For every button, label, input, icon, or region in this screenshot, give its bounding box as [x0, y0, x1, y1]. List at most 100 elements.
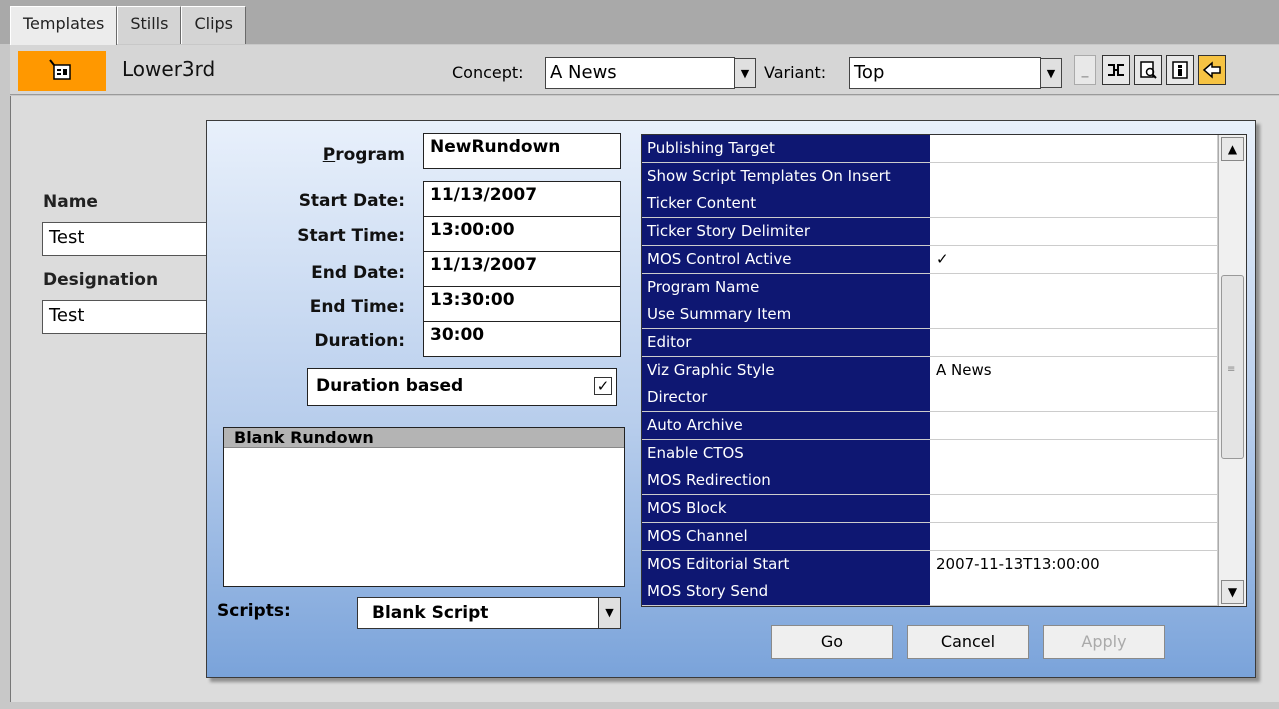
duration-based-option[interactable]: Duration based ✓ — [307, 368, 617, 406]
property-value[interactable]: 2007-11-13T13:00:00 — [930, 550, 1218, 579]
concept-label: Concept: — [452, 63, 524, 82]
end-time-input[interactable]: 13:30:00 — [423, 286, 621, 322]
property-row[interactable]: MOS Redirection — [642, 467, 1218, 496]
program-label: Program — [322, 145, 405, 165]
end-date-label: End Date: — [311, 263, 405, 283]
property-key: Ticker Content — [642, 190, 930, 219]
property-row[interactable]: Publishing Target — [642, 135, 1218, 163]
apply-button[interactable]: Apply — [1043, 625, 1165, 659]
concept-select[interactable]: A News — [545, 57, 735, 89]
tab-stills[interactable]: Stills — [117, 6, 182, 44]
chevron-down-icon: ▼ — [740, 66, 750, 80]
property-row[interactable]: Program Name — [642, 273, 1218, 302]
property-row[interactable]: Ticker Content — [642, 190, 1218, 219]
property-value[interactable]: ✓ — [930, 245, 1218, 274]
property-row[interactable]: Show Script Templates On Insert — [642, 162, 1218, 191]
designation-label: Designation — [43, 270, 159, 290]
property-value[interactable] — [930, 301, 1218, 330]
scroll-down-icon[interactable]: ▼ — [1221, 580, 1244, 604]
property-value[interactable] — [930, 412, 1218, 440]
property-value[interactable] — [930, 467, 1218, 496]
property-row[interactable]: Enable CTOS — [642, 439, 1218, 468]
property-value[interactable] — [930, 522, 1218, 551]
chevron-down-icon: ▼ — [1046, 66, 1056, 80]
name-input[interactable]: Test — [42, 222, 208, 256]
new-rundown-dialog: Program NewRundown Start Date: 11/13/200… — [206, 120, 1256, 678]
start-date-label: Start Date: — [298, 191, 405, 211]
property-value[interactable] — [930, 135, 1218, 163]
name-label: Name — [43, 192, 98, 212]
template-toolbar: Lower3rd Concept: A News ▼ Variant: Top … — [10, 45, 1279, 95]
template-title: Lower3rd — [122, 57, 216, 81]
duration-based-checkbox[interactable]: ✓ — [594, 377, 612, 395]
scrollbar-thumb[interactable]: ≡ — [1221, 275, 1244, 459]
merge-icon[interactable] — [1102, 55, 1130, 85]
program-input[interactable]: NewRundown — [423, 133, 621, 169]
scripts-select[interactable]: Blank Script ▼ — [357, 597, 621, 629]
property-value[interactable] — [930, 162, 1218, 191]
rundown-template-list[interactable]: Blank Rundown — [223, 427, 625, 587]
property-value[interactable] — [930, 273, 1218, 302]
property-key: Director — [642, 384, 930, 413]
property-row[interactable]: MOS Editorial Start 2007-11-13T13:00:00 — [642, 550, 1218, 579]
property-value[interactable] — [930, 495, 1218, 524]
property-key: Ticker Story Delimiter — [642, 218, 930, 247]
property-value[interactable] — [930, 439, 1218, 468]
scroll-up-icon[interactable]: ▲ — [1221, 137, 1244, 161]
property-value[interactable] — [930, 328, 1218, 357]
property-key: Use Summary Item — [642, 301, 930, 330]
info-icon[interactable] — [1166, 55, 1194, 85]
list-item[interactable]: Blank Rundown — [224, 428, 624, 448]
property-value[interactable] — [930, 218, 1218, 247]
go-button[interactable]: Go — [771, 625, 893, 659]
property-row[interactable]: Auto Archive — [642, 412, 1218, 440]
template-icon — [18, 51, 106, 91]
variant-select[interactable]: Top — [849, 57, 1041, 89]
property-row[interactable]: Viz Graphic Style A News — [642, 356, 1218, 385]
tab-templates[interactable]: Templates — [10, 6, 118, 46]
property-grid: Publishing Target Show Script Templates O… — [641, 134, 1247, 607]
grid-scrollbar[interactable]: ▲ ≡ ▼ — [1218, 135, 1246, 606]
property-key: MOS Story Send — [642, 578, 930, 607]
property-key: MOS Channel — [642, 522, 930, 551]
duration-based-label: Duration based — [316, 376, 464, 396]
duration-label: Duration: — [314, 331, 405, 351]
tab-clips[interactable]: Clips — [181, 6, 247, 44]
property-row[interactable]: MOS Block — [642, 495, 1218, 524]
start-time-input[interactable]: 13:00:00 — [423, 216, 621, 252]
end-date-input[interactable]: 11/13/2007 — [423, 251, 621, 287]
property-key: Editor — [642, 328, 930, 357]
start-time-label: Start Time: — [297, 226, 405, 246]
property-row[interactable]: Editor — [642, 328, 1218, 357]
property-row[interactable]: MOS Control Active ✓ — [642, 245, 1218, 274]
property-value[interactable] — [930, 190, 1218, 219]
property-row[interactable]: MOS Channel — [642, 522, 1218, 551]
property-value[interactable] — [930, 384, 1218, 413]
property-key: MOS Control Active — [642, 245, 930, 274]
variant-label: Variant: — [764, 63, 827, 82]
back-arrow-icon[interactable] — [1198, 55, 1226, 85]
property-key: Enable CTOS — [642, 439, 930, 468]
duration-input[interactable]: 30:00 — [423, 321, 621, 357]
chevron-down-icon[interactable]: ▼ — [598, 598, 620, 628]
designation-input[interactable]: Test — [42, 300, 208, 334]
property-key: Auto Archive — [642, 412, 930, 440]
property-row[interactable]: Ticker Story Delimiter — [642, 218, 1218, 247]
property-row[interactable]: Use Summary Item — [642, 301, 1218, 330]
property-value[interactable]: A News — [930, 356, 1218, 385]
preview-icon[interactable] — [1134, 55, 1162, 85]
property-key: MOS Redirection — [642, 467, 930, 496]
property-row[interactable]: MOS Story Send — [642, 578, 1218, 607]
property-key: MOS Block — [642, 495, 930, 524]
property-key: Viz Graphic Style — [642, 356, 930, 385]
variant-dropdown-button[interactable]: ▼ — [1040, 58, 1062, 88]
end-time-label: End Time: — [309, 297, 405, 317]
minimize-button[interactable]: _ — [1074, 55, 1096, 85]
tab-bar: Templates Stills Clips — [0, 0, 1279, 46]
property-row[interactable]: Director — [642, 384, 1218, 413]
cancel-button[interactable]: Cancel — [907, 625, 1029, 659]
property-key: Show Script Templates On Insert — [642, 162, 930, 191]
property-value[interactable] — [930, 578, 1218, 607]
start-date-input[interactable]: 11/13/2007 — [423, 181, 621, 217]
concept-dropdown-button[interactable]: ▼ — [734, 58, 756, 88]
